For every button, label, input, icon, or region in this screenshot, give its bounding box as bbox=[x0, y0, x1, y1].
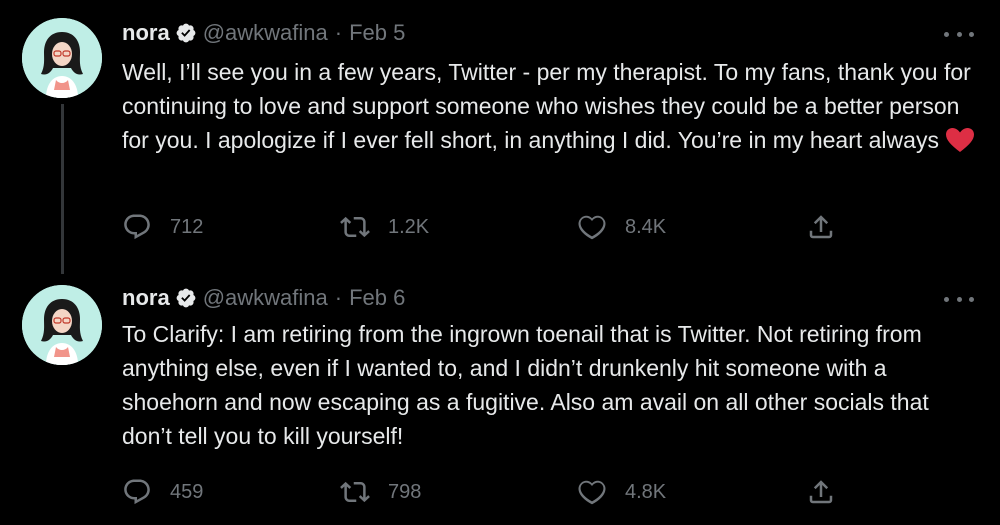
author-handle[interactable]: @awkwafina bbox=[203, 285, 328, 311]
reply-count: 459 bbox=[170, 480, 204, 503]
retweet-button[interactable]: 798 bbox=[340, 475, 421, 509]
retweet-count: 798 bbox=[388, 480, 422, 503]
reply-icon bbox=[122, 477, 152, 507]
reply-button[interactable]: 712 bbox=[122, 210, 203, 244]
thread-connector bbox=[61, 104, 64, 274]
retweet-button[interactable]: 1.2K bbox=[340, 210, 429, 244]
retweet-icon bbox=[340, 212, 370, 242]
avatar[interactable] bbox=[22, 285, 102, 365]
reply-icon bbox=[122, 212, 152, 242]
like-icon bbox=[577, 212, 607, 242]
author-handle[interactable]: @awkwafina bbox=[203, 20, 328, 46]
reply-count: 712 bbox=[170, 215, 204, 238]
more-icon[interactable] bbox=[944, 289, 974, 309]
tweet[interactable]: nora @awkwafina · Feb 5 Well, I’ll see y… bbox=[0, 0, 1000, 274]
like-icon bbox=[577, 477, 607, 507]
like-count: 4.8K bbox=[625, 480, 667, 503]
like-button[interactable]: 4.8K bbox=[577, 475, 666, 509]
verified-badge-icon bbox=[175, 22, 197, 44]
share-icon bbox=[806, 477, 836, 507]
tweet-date[interactable]: Feb 5 bbox=[349, 20, 405, 46]
retweet-count: 1.2K bbox=[388, 215, 430, 238]
share-button[interactable] bbox=[806, 475, 836, 509]
separator-dot: · bbox=[334, 285, 343, 310]
tweet-text: Well, I’ll see you in a few years, Twitt… bbox=[122, 55, 982, 157]
tweet-date[interactable]: Feb 6 bbox=[349, 285, 405, 311]
tweet-body: Well, I’ll see you in a few years, Twitt… bbox=[122, 59, 971, 153]
separator-dot: · bbox=[334, 20, 343, 45]
retweet-icon bbox=[340, 477, 370, 507]
tweet-actions: 712 1.2K 8.4K bbox=[122, 210, 842, 244]
tweet-text: To Clarify: I am retiring from the ingro… bbox=[122, 317, 982, 453]
tweet-actions: 459 798 4.8K bbox=[122, 475, 842, 509]
author-name[interactable]: nora bbox=[122, 285, 170, 311]
author-name[interactable]: nora bbox=[122, 20, 170, 46]
reply-button[interactable]: 459 bbox=[122, 475, 203, 509]
share-button[interactable] bbox=[806, 210, 836, 244]
tweet[interactable]: nora @awkwafina · Feb 6 To Clarify: I am… bbox=[0, 265, 1000, 525]
red-heart-emoji bbox=[945, 127, 975, 153]
share-icon bbox=[806, 212, 836, 242]
tweet-body: To Clarify: I am retiring from the ingro… bbox=[122, 321, 929, 449]
more-icon[interactable] bbox=[944, 24, 974, 44]
tweet-header: nora @awkwafina · Feb 6 bbox=[122, 283, 405, 313]
verified-badge-icon bbox=[175, 287, 197, 309]
avatar[interactable] bbox=[22, 18, 102, 98]
like-button[interactable]: 8.4K bbox=[577, 210, 666, 244]
like-count: 8.4K bbox=[625, 215, 667, 238]
tweet-header: nora @awkwafina · Feb 5 bbox=[122, 18, 405, 48]
